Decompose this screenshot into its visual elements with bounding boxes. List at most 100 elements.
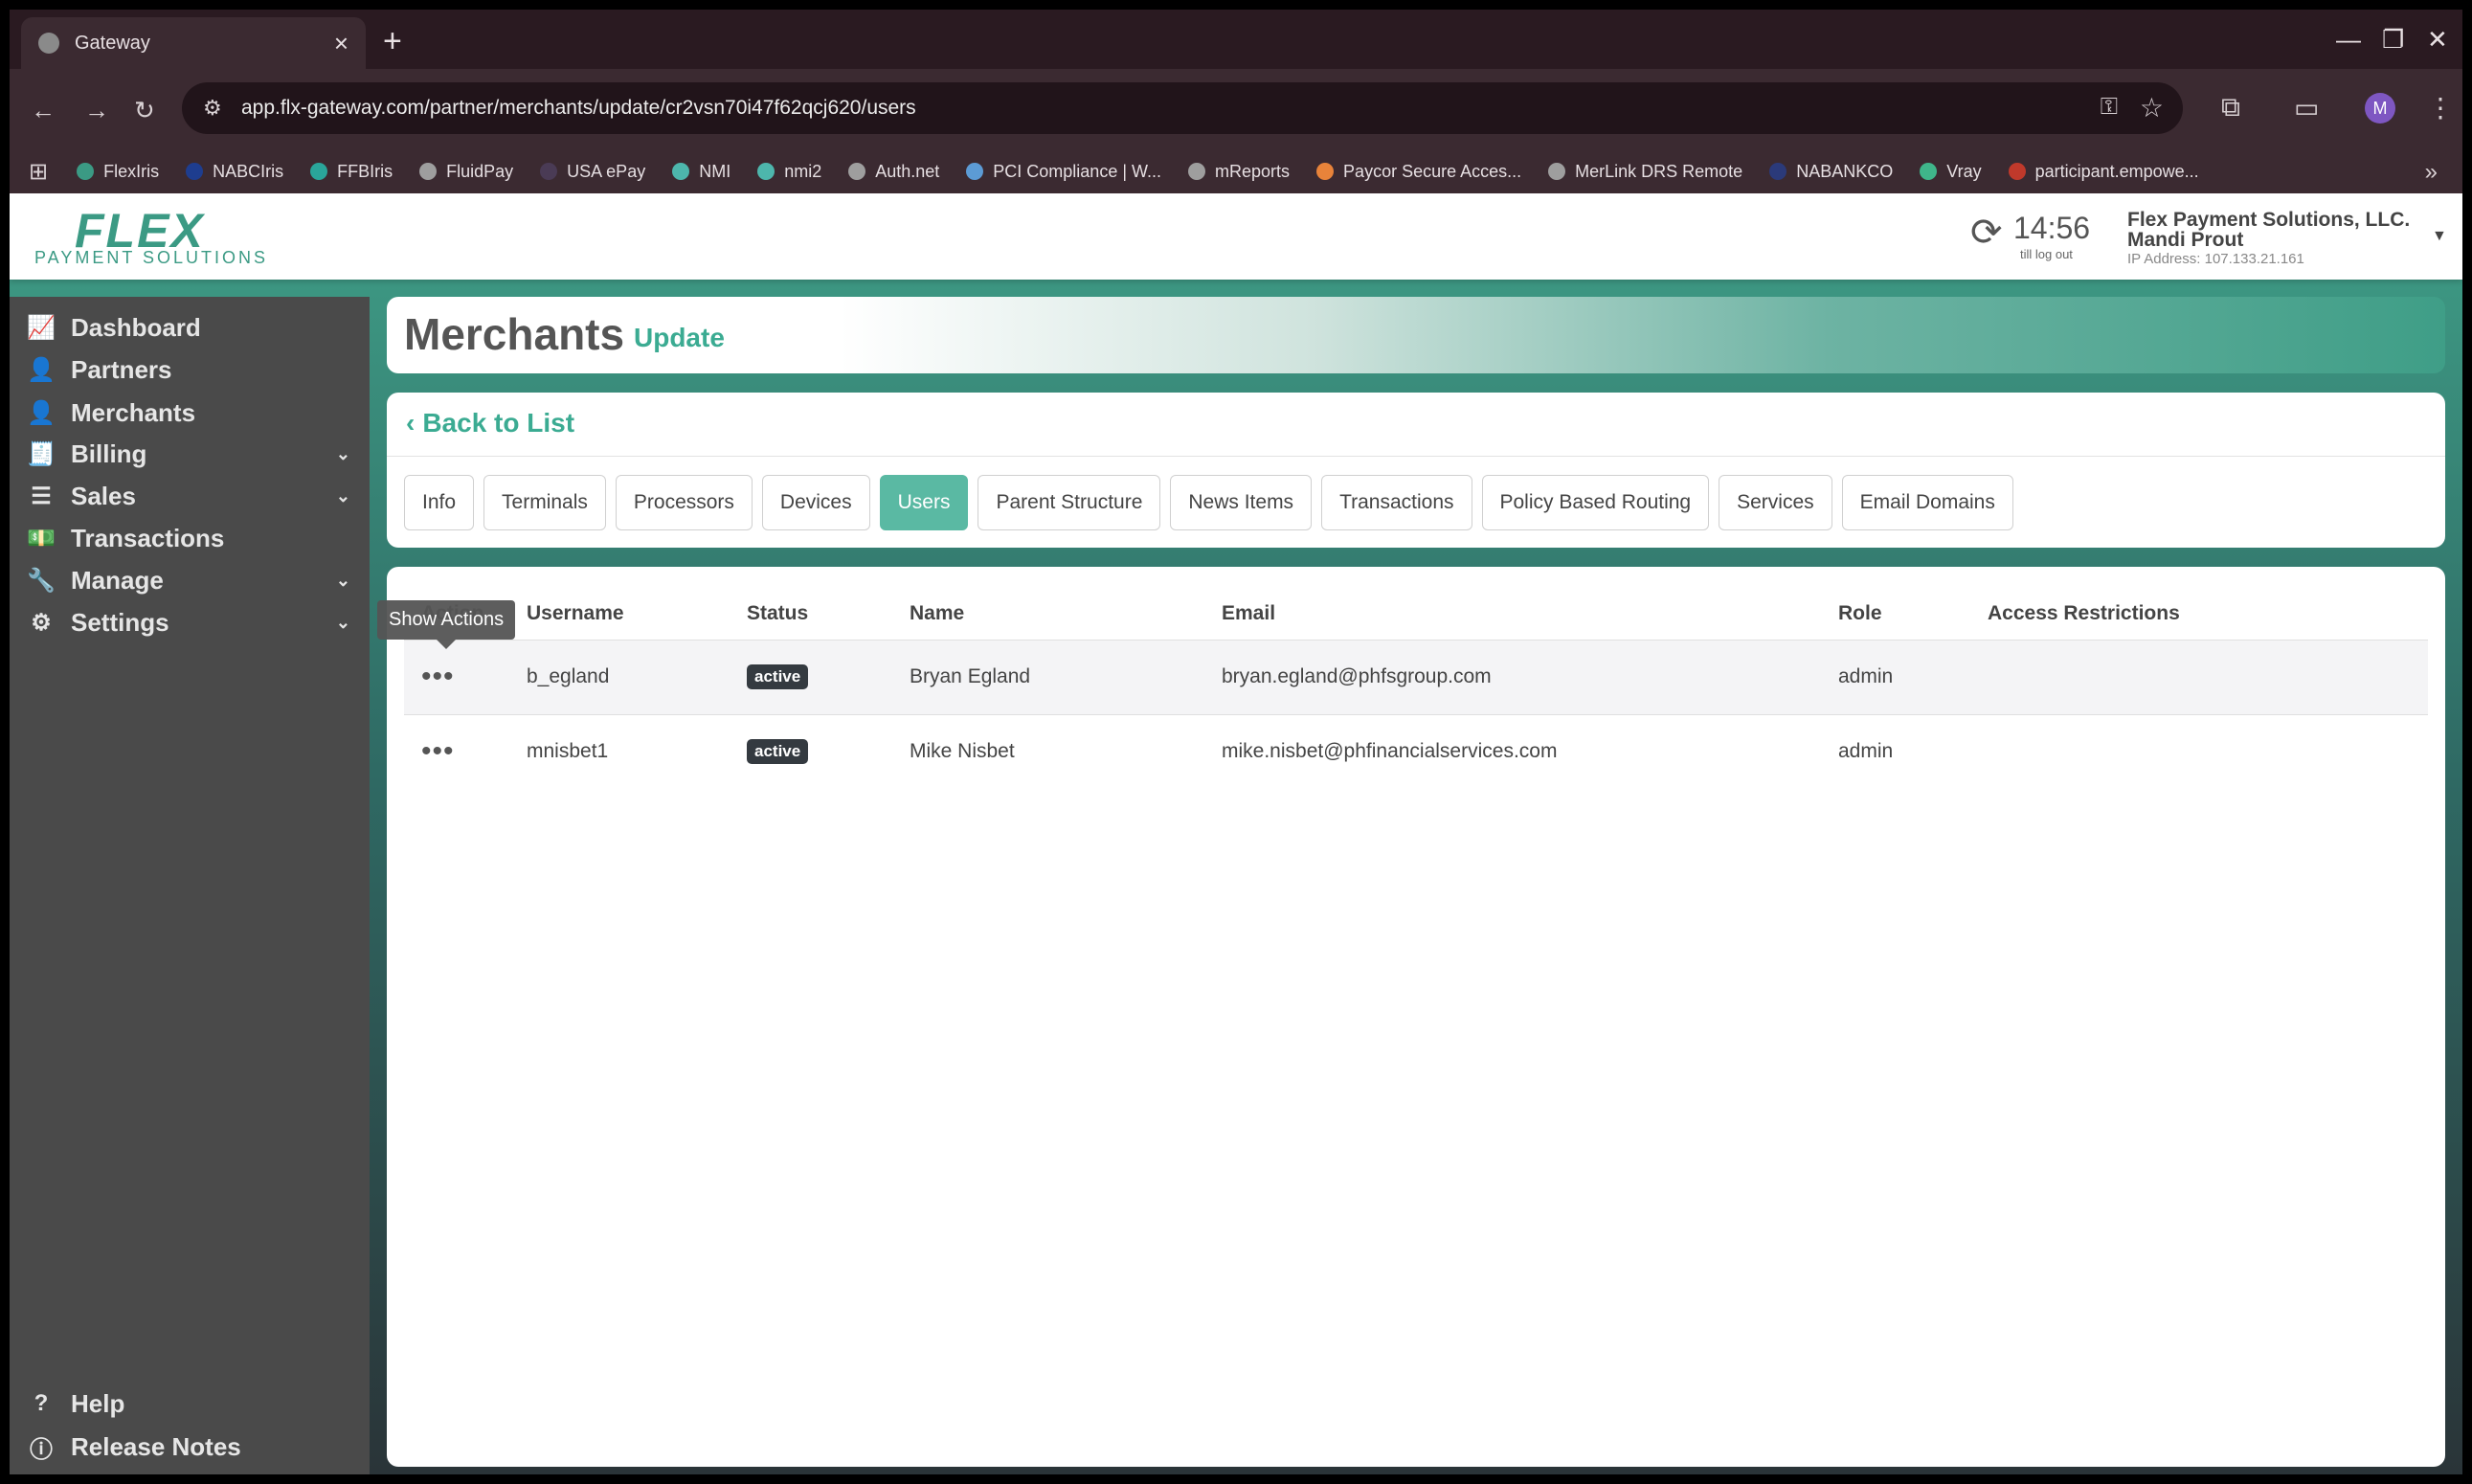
user-menu-caret-icon[interactable]: ▼ — [2432, 228, 2447, 245]
refresh-session-icon[interactable]: ⟳ — [1970, 211, 2003, 255]
site-info-icon[interactable]: ⚙ — [203, 96, 222, 121]
bookmark-item[interactable]: FluidPay — [419, 162, 513, 182]
bookmark-item[interactable]: USA ePay — [540, 162, 645, 182]
logo-subtitle: PAYMENT SOLUTIONS — [34, 248, 269, 267]
bookmark-item[interactable]: NMI — [672, 162, 730, 182]
bookmark-item[interactable]: Vray — [1920, 162, 1982, 182]
cast-icon[interactable]: ▭ — [2294, 92, 2319, 124]
forward-arrow-icon[interactable]: → — [84, 96, 109, 125]
bookmark-label: FluidPay — [446, 161, 514, 181]
restore-icon[interactable]: ❐ — [2382, 25, 2404, 55]
bookmark-item[interactable]: Auth.net — [848, 162, 939, 182]
profile-avatar[interactable]: M — [2365, 93, 2395, 124]
cell-access-restrictions — [1970, 713, 2428, 789]
sidebar-item-settings[interactable]: ⚙ Settings ⌄ — [25, 605, 360, 640]
sidebar-item-label: Release Notes — [71, 1431, 241, 1461]
column-header-email[interactable]: Email — [1204, 588, 1821, 640]
gear-icon: ⚙ — [31, 609, 52, 636]
bookmark-item[interactable]: NABCIris — [186, 162, 283, 182]
sidebar-item-label: Billing — [71, 438, 147, 468]
bookmark-item[interactable]: mReports — [1188, 162, 1290, 182]
chevron-down-icon: ⌄ — [335, 570, 350, 590]
bookmark-item[interactable]: FlexIris — [77, 162, 159, 182]
tab-policy-based-routing[interactable]: Policy Based Routing — [1481, 475, 1710, 530]
row-actions-button[interactable]: ••• — [421, 735, 455, 767]
user-name[interactable]: Mandi Prout — [2127, 229, 2243, 252]
tab-parent-structure[interactable]: Parent Structure — [978, 475, 1161, 530]
bookmark-item[interactable]: MerLink DRS Remote — [1548, 162, 1742, 182]
tab-email-domains[interactable]: Email Domains — [1841, 475, 2013, 530]
sidebar-item-partners[interactable]: 👤 Partners — [25, 352, 360, 387]
close-tab-icon[interactable]: × — [334, 29, 348, 58]
key-icon[interactable]: ⚿ — [2101, 94, 2118, 121]
tab-users[interactable]: Users — [879, 475, 969, 530]
apps-grid-icon[interactable]: ⊞ — [29, 158, 48, 186]
sidebar-item-transactions[interactable]: 💵 Transactions — [25, 521, 360, 555]
wrench-icon: 🔧 — [27, 567, 56, 594]
new-tab-button[interactable]: + — [383, 25, 402, 57]
tab-services[interactable]: Services — [1719, 475, 1832, 530]
sidebar-item-sales[interactable]: ☰ Sales ⌄ — [25, 479, 360, 513]
sidebar-item-billing[interactable]: 🧾 Billing ⌄ — [25, 437, 360, 471]
user-icon: 👤 — [27, 399, 56, 426]
bookmark-favicon-icon — [419, 163, 438, 180]
reload-icon[interactable]: ↻ — [134, 96, 155, 125]
sidebar-item-merchants[interactable]: 👤 Merchants — [25, 395, 360, 430]
menu-kebab-icon[interactable]: ⋮ — [2427, 92, 2454, 124]
sidebar-item-label: Help — [71, 1388, 125, 1418]
column-header-role[interactable]: Role — [1821, 588, 1970, 640]
question-icon: ? — [34, 1390, 49, 1416]
session-timer-label: till log out — [2020, 247, 2073, 261]
bookmark-label: MerLink DRS Remote — [1575, 161, 1743, 181]
bookmark-label: NMI — [699, 161, 731, 181]
address-bar[interactable]: ⚙ app.flx-gateway.com/partner/merchants/… — [182, 82, 2183, 134]
bookmark-item[interactable]: nmi2 — [757, 162, 821, 182]
url-text[interactable]: app.flx-gateway.com/partner/merchants/up… — [241, 97, 916, 120]
receipt-icon: 🧾 — [27, 440, 56, 467]
column-header-access-restrictions[interactable]: Access Restrictions — [1970, 588, 2428, 640]
tab-processors[interactable]: Processors — [615, 475, 753, 530]
bookmark-label: Paycor Secure Acces... — [1343, 161, 1522, 181]
bookmark-label: participant.empowe... — [2034, 161, 2199, 181]
column-header-status[interactable]: Status — [730, 588, 892, 640]
bookmark-label: NABANKCO — [1796, 161, 1894, 181]
bookmark-label: FFBIris — [337, 161, 393, 181]
minimize-icon[interactable]: — — [2336, 25, 2361, 55]
bookmark-favicon-icon — [1920, 163, 1938, 180]
column-header-username[interactable]: Username — [509, 588, 730, 640]
column-header-name[interactable]: Name — [892, 588, 1204, 640]
status-badge: active — [747, 739, 809, 765]
sidebar-item-label: Sales — [71, 481, 136, 510]
chevron-down-icon: ⌄ — [335, 612, 350, 632]
sidebar-item-dashboard[interactable]: 📈 Dashboard — [25, 310, 360, 345]
chevron-down-icon: ⌄ — [335, 443, 350, 463]
bookmark-star-icon[interactable]: ☆ — [2140, 92, 2164, 124]
close-window-icon[interactable]: ✕ — [2427, 25, 2448, 55]
tab-devices[interactable]: Devices — [761, 475, 870, 530]
sidebar-item-manage[interactable]: 🔧 Manage ⌄ — [25, 563, 360, 597]
sidebar-item-release-notes[interactable]: ⓘ Release Notes — [25, 1429, 360, 1464]
tab-news-items[interactable]: News Items — [1170, 475, 1313, 530]
bookmark-item[interactable]: PCI Compliance | W... — [966, 162, 1161, 182]
money-icon: 💵 — [27, 525, 56, 551]
back-to-list-link[interactable]: ‹ Back to List — [406, 408, 574, 438]
users-table: Action Username Status Name Email Role A… — [404, 588, 2428, 789]
more-bookmarks-icon[interactable]: » — [2425, 159, 2438, 186]
bookmark-item[interactable]: Paycor Secure Acces... — [1316, 162, 1521, 182]
tab-transactions[interactable]: Transactions — [1321, 475, 1472, 530]
tab-info[interactable]: Info — [404, 475, 475, 530]
bookmark-item[interactable]: FFBIris — [310, 162, 393, 182]
back-arrow-icon[interactable]: ← — [31, 96, 56, 125]
sidebar-item-label: Dashboard — [71, 312, 201, 342]
chevron-down-icon: ⌄ — [335, 485, 350, 506]
cell-email: mike.nisbet@phfinancialservices.com — [1204, 713, 1821, 789]
bookmark-item[interactable]: NABANKCO — [1769, 162, 1893, 182]
browser-tab[interactable]: Gateway × — [21, 17, 366, 69]
tab-terminals[interactable]: Terminals — [483, 475, 606, 530]
bookmark-item[interactable]: participant.empowe... — [2008, 161, 2199, 182]
row-actions-button[interactable]: ••• — [421, 661, 455, 692]
app-header: FLEX PAYMENT SOLUTIONS ⟳ 14:56 till log … — [10, 193, 2462, 280]
sidebar-item-help[interactable]: ? Help — [25, 1386, 360, 1421]
extensions-icon[interactable]: ⧉ — [2221, 92, 2240, 124]
table-row: ••• b_egland active Bryan Egland bryan.e… — [404, 639, 2428, 714]
